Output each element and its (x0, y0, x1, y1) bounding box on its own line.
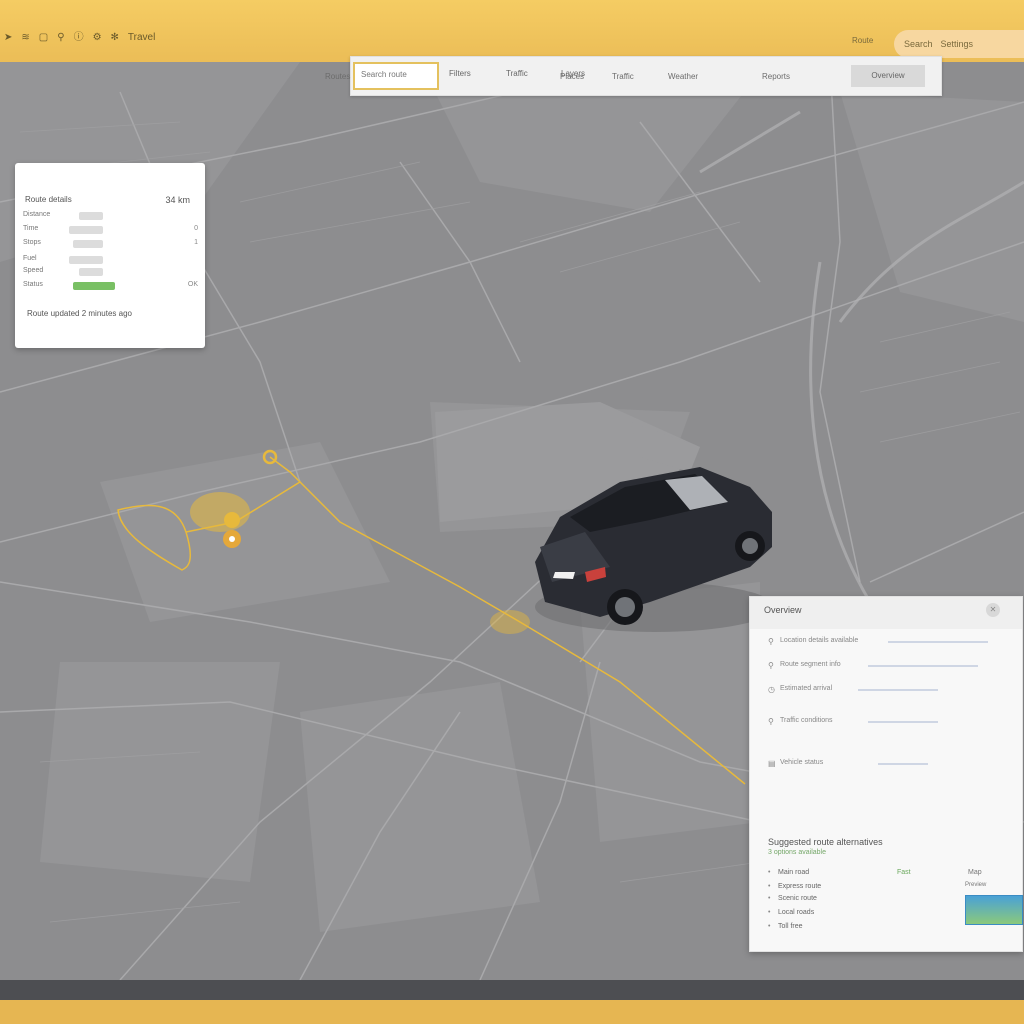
list-item[interactable]: • Local roads (768, 909, 814, 916)
list-item[interactable]: • Toll free (768, 923, 803, 930)
list-item[interactable]: ▤ Vehicle status (768, 757, 1008, 771)
bullet-icon: • (768, 909, 771, 916)
bookmark-icon[interactable]: ▢ (39, 32, 48, 44)
subtab-places[interactable]: Places (560, 72, 584, 81)
layers-icon[interactable]: ≋ (21, 32, 29, 44)
overview-header: Overview ✕ (750, 597, 1022, 629)
vehicle-icon: ▤ (768, 759, 776, 768)
list-item[interactable]: ⚲ Location details available (768, 635, 1008, 649)
map-subtabs: Routes Places Traffic Weather Reports (300, 72, 920, 90)
route-details-panel: Route details 34 km Distance Time 0 Stop… (15, 163, 205, 348)
app-label: Travel (127, 32, 156, 43)
bullet-icon: • (768, 869, 771, 876)
search-link[interactable]: Search (904, 39, 933, 49)
top-right-controls: Search Settings (894, 30, 1024, 58)
top-toolbar-icons: ➤ ≋ ▢ ⚲ ⓘ ⚙ ✻ Travel (4, 32, 155, 44)
subtab-reports[interactable]: Reports (762, 72, 790, 81)
route-label: Route (852, 36, 874, 45)
list-item[interactable]: ⚲ Route segment info (768, 659, 1008, 673)
settings-icon[interactable]: ✻ (111, 32, 119, 44)
overview-title: Overview (764, 605, 802, 615)
alternatives-count: 3 options available (768, 849, 826, 856)
close-icon[interactable]: ✕ (986, 603, 1000, 617)
detail-row: Time 0 (23, 225, 198, 234)
bottom-frame (0, 1000, 1024, 1024)
panel-title: Route details (25, 195, 72, 204)
pin-icon[interactable]: ⚲ (57, 32, 64, 44)
list-item[interactable]: • Scenic route (768, 895, 817, 902)
arrow-icon[interactable]: ➤ (4, 32, 12, 44)
bottom-bar (0, 980, 1024, 1000)
alternatives-title: Suggested route alternatives (768, 837, 883, 847)
status-row: Status OK (23, 281, 198, 290)
panel-footer: Route updated 2 minutes ago (27, 309, 132, 318)
map-label: Map (968, 869, 982, 876)
detail-row: Fuel (23, 255, 198, 265)
list-item[interactable]: • Main road (768, 869, 809, 876)
subtab-routes[interactable]: Routes (325, 72, 350, 81)
info-icon[interactable]: ⓘ (74, 32, 84, 44)
fast-label: Fast (897, 869, 911, 876)
subtab-traffic[interactable]: Traffic (612, 72, 634, 81)
traffic-icon: ⚲ (768, 717, 774, 726)
location-icon: ⚲ (768, 637, 774, 646)
list-item[interactable]: ⚲ Traffic conditions (768, 715, 1008, 729)
detail-row: Speed (23, 267, 198, 277)
subtab-weather[interactable]: Weather (668, 72, 698, 81)
panel-value: 34 km (165, 195, 190, 205)
list-item[interactable]: • Express route (768, 883, 821, 890)
top-bar: ➤ ≋ ▢ ⚲ ⓘ ⚙ ✻ Travel Route Search Settin… (0, 0, 1024, 62)
list-item[interactable]: ◷ Estimated arrival (768, 683, 1008, 697)
segment-icon: ⚲ (768, 661, 774, 670)
bullet-icon: • (768, 923, 771, 930)
gear-icon[interactable]: ⚙ (93, 32, 102, 44)
settings-link[interactable]: Settings (941, 39, 974, 49)
status-progress (73, 282, 115, 290)
bullet-icon: • (768, 883, 771, 890)
bullet-icon: • (768, 895, 771, 902)
detail-row: Distance (23, 211, 198, 221)
overview-panel: Overview ✕ ⚲ Location details available … (749, 596, 1023, 952)
map-preview-thumbnail[interactable] (965, 895, 1023, 925)
preview-label: Preview (965, 882, 987, 888)
detail-row: Stops 1 (23, 239, 198, 248)
clock-icon: ◷ (768, 685, 775, 694)
